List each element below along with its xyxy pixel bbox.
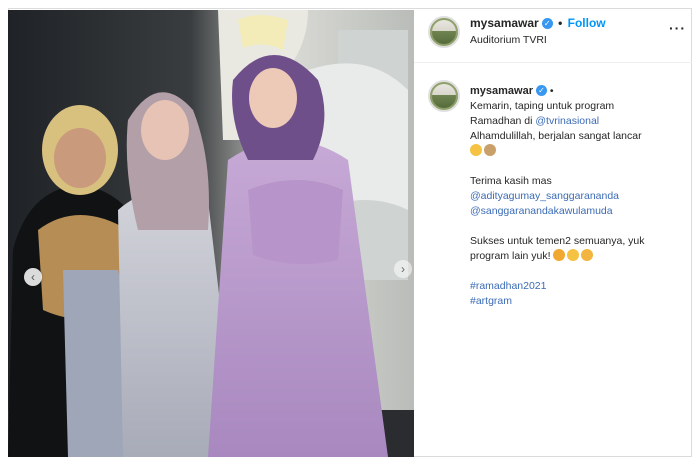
hashtag-link[interactable]: #ramadhan2021 <box>470 279 688 294</box>
location-link[interactable]: Auditorium TVRI <box>470 34 547 46</box>
post-side-panel: mysamawar ✓ • Follow Auditorium TVRI ··· … <box>414 10 692 457</box>
more-options-icon[interactable]: ··· <box>669 20 686 36</box>
hashtag-link[interactable]: #artgram <box>470 294 688 309</box>
caption-line: Sukses untuk temen2 semuanya, yuk <box>470 235 645 247</box>
sunglasses-emoji-icon <box>567 249 580 261</box>
verified-badge-icon: ✓ <box>536 85 547 96</box>
follow-button[interactable]: Follow <box>568 16 606 30</box>
caption-line: Terima kasih mas <box>470 175 552 187</box>
praying-hands-emoji-icon <box>484 144 496 156</box>
carousel-next-button[interactable]: › <box>394 260 412 278</box>
post-header: mysamawar ✓ • Follow Auditorium TVRI ··· <box>414 10 692 63</box>
mention-link[interactable]: @adityagumay_sanggarananda <box>470 189 688 204</box>
header-username-row: mysamawar ✓ • Follow <box>470 16 606 30</box>
caption-avatar[interactable] <box>428 80 460 112</box>
separator-dot: • <box>549 85 554 97</box>
smiling-emoji-icon <box>470 144 482 156</box>
avatar[interactable] <box>428 16 460 48</box>
carousel-prev-button[interactable]: ‹ <box>24 268 42 286</box>
mention-link[interactable]: @tvrinasional <box>535 115 599 127</box>
photo-illustration <box>8 10 414 457</box>
caption-line: Kemarin, taping untuk program <box>470 100 615 112</box>
caption-username[interactable]: mysamawar <box>470 85 533 97</box>
caption-line: Ramadhan di <box>470 115 536 127</box>
separator-dot: • <box>558 16 563 30</box>
laughing-emoji-icon <box>553 249 566 261</box>
mention-link[interactable]: @sanggaranandakawulamuda <box>470 204 688 219</box>
header-username[interactable]: mysamawar <box>470 16 539 30</box>
post-photo[interactable]: ‹ › <box>8 10 414 457</box>
emoji-row <box>470 144 688 159</box>
caption-line: program lain yuk! <box>470 250 551 262</box>
post-caption: mysamawar ✓ • Kemarin, taping untuk progr… <box>470 84 688 309</box>
verified-badge-icon: ✓ <box>541 18 553 29</box>
smiling-emoji-icon <box>581 249 594 261</box>
caption-line: Alhamdulillah, berjalan sangat lancar <box>470 130 642 142</box>
